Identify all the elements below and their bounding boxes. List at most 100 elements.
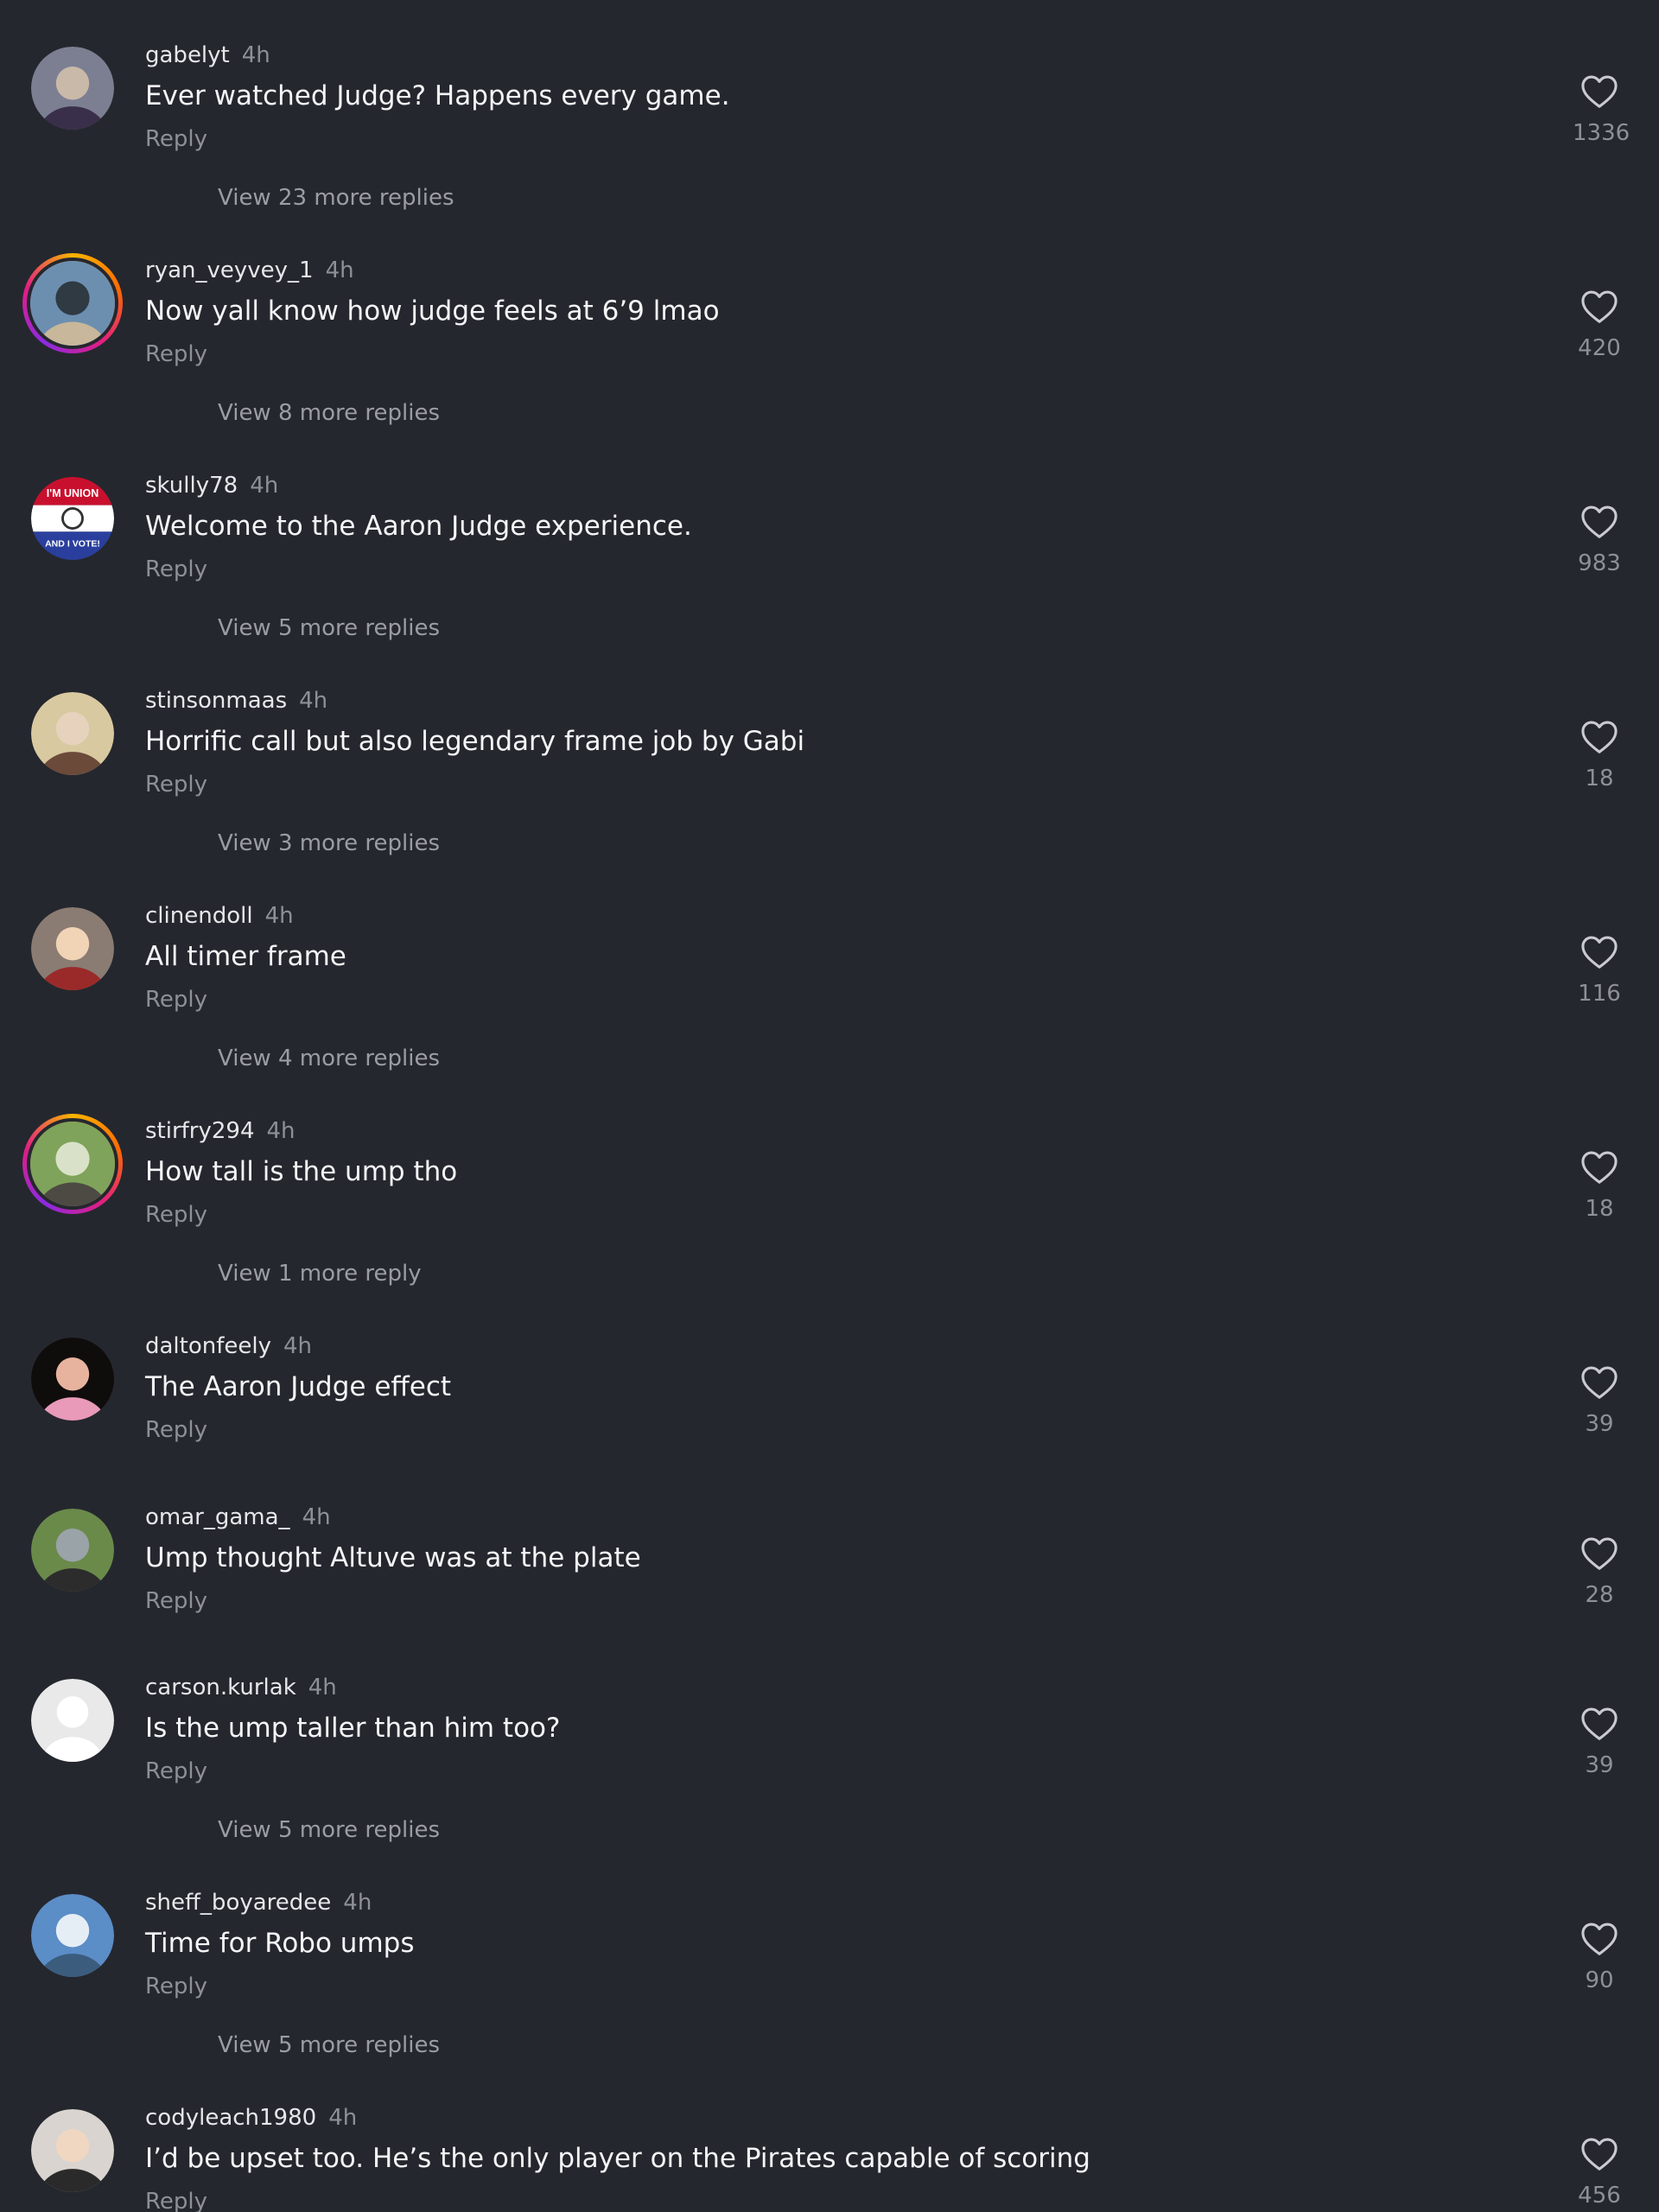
reply-button[interactable]: Reply <box>145 1587 207 1615</box>
avatar[interactable] <box>31 1679 114 1762</box>
username[interactable]: skully78 <box>145 473 238 499</box>
like-count: 18 <box>1585 1196 1614 1222</box>
reply-button[interactable]: Reply <box>145 986 207 1014</box>
username[interactable]: omar_gama_ <box>145 1504 290 1530</box>
default-avatar-image <box>31 1679 114 1762</box>
like-button[interactable]: 39 <box>1573 1365 1626 1438</box>
comment-list: gabelyt 4h Ever watched Judge? Happens eve… <box>0 0 1659 2212</box>
heart-outline-icon[interactable] <box>1580 1150 1618 1185</box>
heart-outline-icon[interactable] <box>1580 1365 1618 1400</box>
like-button[interactable]: 1336 <box>1573 74 1630 147</box>
view-more-replies-button[interactable]: View 8 more replies <box>218 399 440 427</box>
comment-meta: carson.kurlak 4h <box>145 1674 337 1701</box>
reply-button[interactable]: Reply <box>145 556 207 583</box>
comment-item: gabelyt 4h Ever watched Judge? Happens eve… <box>0 0 1659 215</box>
heart-outline-icon[interactable] <box>1580 74 1618 109</box>
heart-outline-icon[interactable] <box>1580 289 1618 324</box>
avatar[interactable]: I'M UNION AND I VOTE! <box>31 477 114 560</box>
like-button[interactable]: 28 <box>1573 1536 1626 1609</box>
like-button[interactable]: 18 <box>1573 1150 1626 1223</box>
view-more-replies-button[interactable]: View 5 more replies <box>218 1816 440 1844</box>
username[interactable]: gabelyt <box>145 42 230 68</box>
like-button[interactable]: 18 <box>1573 720 1626 792</box>
comment-meta: clinendoll 4h <box>145 902 294 930</box>
like-count: 28 <box>1585 1582 1614 1608</box>
heart-outline-icon[interactable] <box>1580 935 1618 969</box>
username[interactable]: clinendoll <box>145 903 253 929</box>
like-button[interactable]: 456 <box>1573 2137 1626 2209</box>
view-more-replies-button[interactable]: View 23 more replies <box>218 184 454 212</box>
avatar[interactable] <box>31 1338 114 1421</box>
heart-outline-icon[interactable] <box>1580 1707 1618 1741</box>
username[interactable]: carson.kurlak <box>145 1675 296 1700</box>
view-more-replies-button[interactable]: View 1 more reply <box>218 1260 422 1287</box>
avatar-image <box>31 692 114 775</box>
avatar-image <box>31 2109 114 2192</box>
timestamp: 4h <box>241 42 270 68</box>
heart-outline-icon[interactable] <box>1580 1536 1618 1571</box>
heart-outline-icon[interactable] <box>1580 2137 1618 2171</box>
username[interactable]: stirfry294 <box>145 1118 255 1144</box>
comment-item: daltonfeely 4h The Aaron Judge effect Reply… <box>0 1291 1659 1461</box>
like-count: 18 <box>1585 766 1614 791</box>
view-more-replies-button[interactable]: View 3 more replies <box>218 830 440 857</box>
reply-button[interactable]: Reply <box>145 1201 207 1229</box>
avatar-with-story-ring[interactable] <box>22 253 123 353</box>
view-more-replies-button[interactable]: View 4 more replies <box>218 1045 440 1072</box>
username[interactable]: daltonfeely <box>145 1333 271 1359</box>
avatar[interactable] <box>31 1509 114 1592</box>
avatar-frame <box>31 2109 114 2192</box>
comment-text: Ump thought Altuve was at the plate <box>145 1542 641 1573</box>
avatar-image <box>31 1894 114 1977</box>
avatar-frame <box>31 1679 114 1762</box>
timestamp: 4h <box>299 688 328 714</box>
comment-meta: stirfry294 4h <box>145 1117 296 1145</box>
reply-button[interactable]: Reply <box>145 771 207 798</box>
view-more-replies-button[interactable]: View 5 more replies <box>218 614 440 642</box>
like-button[interactable]: 90 <box>1573 1922 1626 1994</box>
avatar-image <box>31 1509 114 1592</box>
username[interactable]: stinsonmaas <box>145 688 287 714</box>
comment-text: All timer frame <box>145 941 346 972</box>
comment-text: Ever watched Judge? Happens every game. <box>145 80 730 111</box>
comment-text: Horrific call but also legendary frame j… <box>145 726 805 757</box>
heart-outline-icon[interactable] <box>1580 720 1618 754</box>
avatar-frame <box>31 1338 114 1421</box>
avatar-frame <box>31 1509 114 1592</box>
reply-button[interactable]: Reply <box>145 1758 207 1785</box>
avatar[interactable] <box>31 2109 114 2192</box>
comment-meta: codyleach1980 4h <box>145 2104 357 2132</box>
avatar-frame <box>31 1894 114 1977</box>
like-button[interactable]: 983 <box>1573 505 1626 577</box>
timestamp: 4h <box>308 1675 337 1700</box>
avatar[interactable] <box>31 907 114 990</box>
reply-button[interactable]: Reply <box>145 125 207 153</box>
avatar-frame <box>31 907 114 990</box>
avatar[interactable] <box>31 1894 114 1977</box>
reply-button[interactable]: Reply <box>145 1416 207 1444</box>
like-button[interactable]: 39 <box>1573 1707 1626 1779</box>
comment-meta: ryan_veyvey_1 4h <box>145 257 354 284</box>
timestamp: 4h <box>250 473 279 499</box>
username[interactable]: sheff_boyaredee <box>145 1890 331 1916</box>
avatar[interactable] <box>31 47 114 130</box>
timestamp: 4h <box>328 2105 358 2131</box>
comment-text: Welcome to the Aaron Judge experience. <box>145 511 692 542</box>
reply-button[interactable]: Reply <box>145 1973 207 2000</box>
avatar-image <box>31 47 114 130</box>
reply-button[interactable]: Reply <box>145 340 207 368</box>
heart-outline-icon[interactable] <box>1580 505 1618 539</box>
comment-item: stinsonmaas 4h Horrific call but also lege… <box>0 645 1659 861</box>
heart-outline-icon[interactable] <box>1580 1922 1618 1956</box>
timestamp: 4h <box>343 1890 372 1916</box>
username[interactable]: ryan_veyvey_1 <box>145 257 314 283</box>
reply-button[interactable]: Reply <box>145 2188 207 2212</box>
avatar-with-story-ring[interactable] <box>22 1114 123 1214</box>
like-button[interactable]: 420 <box>1573 289 1626 362</box>
username[interactable]: codyleach1980 <box>145 2105 316 2131</box>
like-button[interactable]: 116 <box>1573 935 1626 1007</box>
view-more-replies-button[interactable]: View 5 more replies <box>218 2031 440 2059</box>
comment-text: Is the ump taller than him too? <box>145 1713 561 1744</box>
avatar[interactable] <box>31 692 114 775</box>
comment-meta: skully78 4h <box>145 472 278 499</box>
